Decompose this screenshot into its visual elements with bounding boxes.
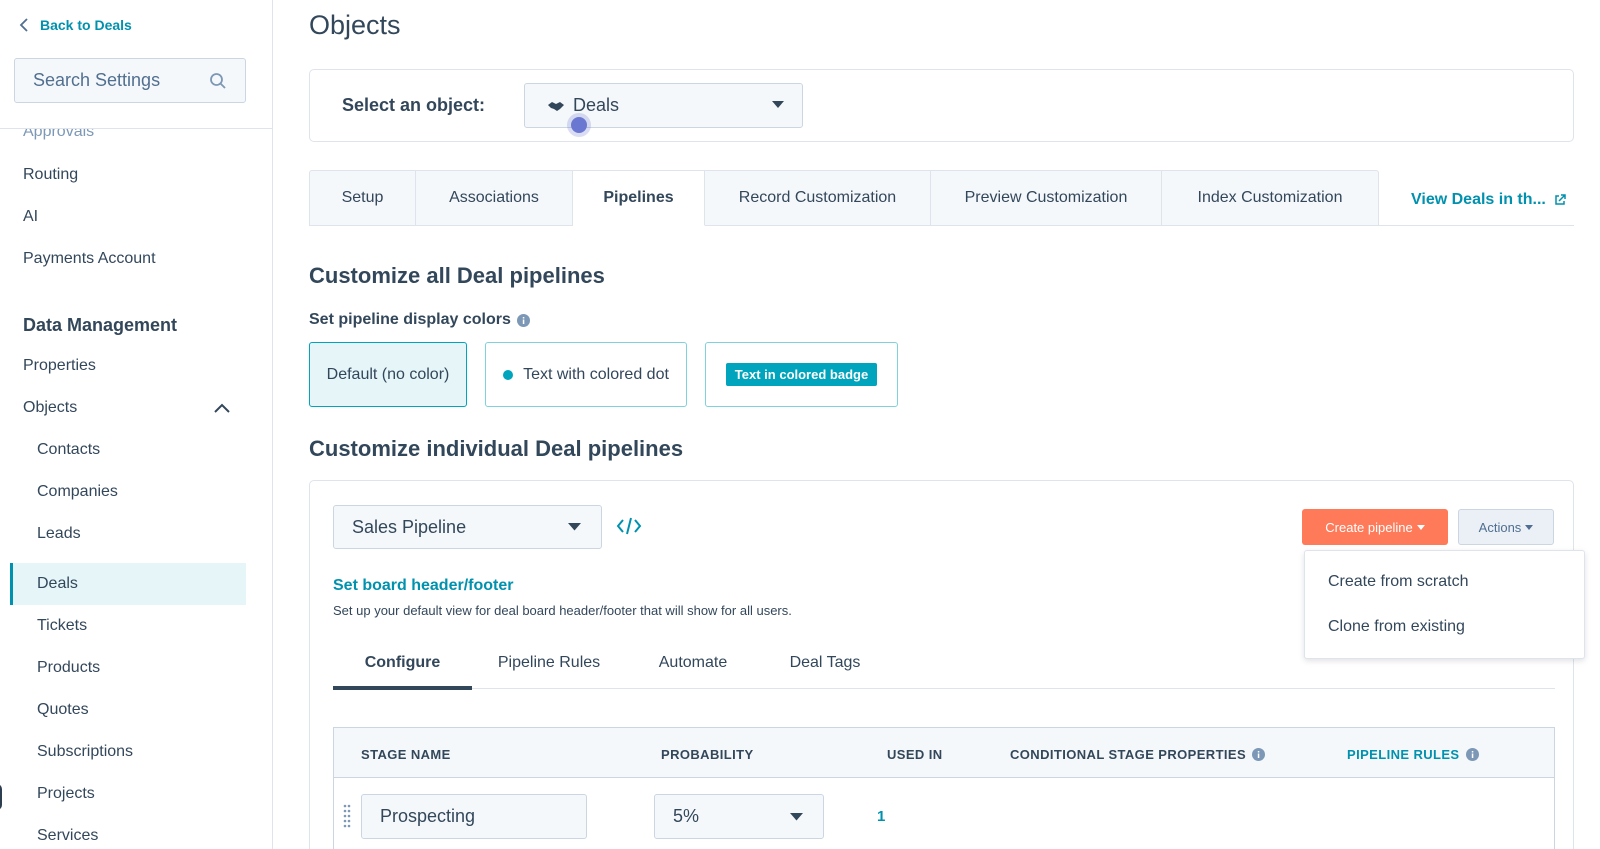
object-selector-card: Select an object: Deals: [309, 69, 1574, 142]
stages-table: STAGE NAME PROBABILITY USED IN CONDITION…: [333, 727, 1555, 849]
actions-label: Actions: [1478, 519, 1522, 535]
col-stage-name: STAGE NAME: [361, 747, 451, 762]
create-pipeline-button[interactable]: Create pipeline: [1302, 509, 1448, 545]
sub-tab-configure[interactable]: Configure: [333, 637, 472, 690]
object-selector-label: Select an object:: [342, 95, 486, 115]
create-pipeline-menu: Create from scratch Clone from existing: [1304, 550, 1585, 659]
create-pipeline-label: Create pipeline: [1325, 519, 1413, 535]
display-colors-text: Set pipeline display colors: [309, 311, 511, 328]
back-link-label: Back to Deals: [40, 17, 132, 33]
sidebar-item-quotes[interactable]: Quotes: [37, 689, 89, 731]
help-widget-handle[interactable]: [0, 784, 2, 810]
sidebar-item-services[interactable]: Services: [37, 815, 98, 849]
col-pipeline-rules[interactable]: PIPELINE RULES: [1347, 747, 1479, 762]
sub-tab-pipeline-rules[interactable]: Pipeline Rules: [483, 637, 615, 689]
info-icon[interactable]: [1465, 748, 1479, 761]
search-settings-field[interactable]: [14, 58, 246, 103]
sidebar-item-deals[interactable]: Deals: [37, 563, 78, 605]
customize-individual-title: Customize individual Deal pipelines: [309, 436, 684, 461]
color-option-dot-label: Text with colored dot: [523, 365, 669, 383]
display-colors-label: Set pipeline display colors: [309, 311, 530, 329]
info-icon[interactable]: [516, 313, 530, 327]
sidebar-item-objects[interactable]: Objects: [23, 387, 77, 429]
search-icon: [210, 72, 226, 89]
sidebar-item-approvals[interactable]: Approvals: [23, 129, 94, 153]
settings-sidebar: Back to Deals Approvals Routing AI Payme…: [0, 0, 273, 849]
pipeline-card: Sales Pipeline Create pipeline Actions S…: [309, 480, 1574, 849]
stages-table-header: STAGE NAME PROBABILITY USED IN CONDITION…: [334, 728, 1554, 778]
sidebar-item-contacts[interactable]: Contacts: [37, 429, 100, 471]
sub-tab-automate[interactable]: Automate: [638, 637, 748, 689]
tab-pipelines[interactable]: Pipelines: [573, 170, 705, 226]
page-title: Objects: [309, 10, 401, 40]
handshake-icon: [548, 101, 564, 111]
col-used-in: USED IN: [887, 747, 943, 762]
caret-down-icon: [1525, 524, 1534, 530]
tab-record-customization[interactable]: Record Customization: [705, 170, 931, 226]
chevron-up-icon[interactable]: [213, 402, 231, 414]
view-deals-link[interactable]: View Deals in th...: [1411, 191, 1566, 209]
cursor-focus-indicator: [571, 117, 587, 133]
used-in-count-link[interactable]: 1: [877, 808, 885, 825]
sidebar-item-properties[interactable]: Properties: [23, 345, 96, 387]
sidebar-item-products[interactable]: Products: [37, 647, 100, 689]
colored-dot-icon: [503, 369, 514, 380]
probability-value: 5%: [673, 806, 700, 826]
sidebar-item-payments-account[interactable]: Payments Account: [23, 238, 156, 280]
code-icon[interactable]: [616, 516, 642, 536]
drag-handle-icon[interactable]: [343, 804, 351, 828]
board-header-footer-description: Set up your default view for deal board …: [333, 603, 792, 618]
view-deals-link-label: View Deals in th...: [1411, 191, 1546, 208]
sidebar-section-data-management: Data Management: [23, 315, 178, 335]
sidebar-item-ai[interactable]: AI: [23, 196, 38, 238]
object-tabs: Setup Associations Pipelines Record Cust…: [309, 170, 1379, 226]
tab-index-customization[interactable]: Index Customization: [1162, 170, 1379, 226]
customize-all-title: Customize all Deal pipelines: [309, 263, 605, 288]
tab-associations[interactable]: Associations: [416, 170, 573, 226]
search-input[interactable]: [33, 70, 209, 91]
tab-preview-customization[interactable]: Preview Customization: [931, 170, 1162, 226]
sidebar-nav: Approvals Routing AI Payments Account Da…: [0, 129, 272, 849]
external-link-icon: [1555, 194, 1566, 205]
color-option-dot[interactable]: Text with colored dot: [485, 342, 687, 407]
menu-item-clone-from-existing[interactable]: Clone from existing: [1328, 618, 1465, 636]
board-header-footer-link[interactable]: Set board header/footer: [333, 577, 513, 595]
sub-tab-deal-tags[interactable]: Deal Tags: [770, 637, 880, 689]
col-probability: PROBABILITY: [661, 747, 754, 762]
info-icon[interactable]: [1252, 748, 1266, 761]
color-option-badge[interactable]: Text in colored badge: [705, 342, 898, 407]
caret-down-icon: [790, 813, 803, 821]
color-option-badge-label: Text in colored badge: [725, 363, 878, 386]
sidebar-item-leads[interactable]: Leads: [37, 513, 81, 555]
pipeline-select-value: Sales Pipeline: [352, 516, 467, 537]
sidebar-item-projects[interactable]: Projects: [37, 773, 95, 815]
actions-button[interactable]: Actions: [1458, 509, 1554, 545]
sidebar-item-tickets[interactable]: Tickets: [37, 605, 87, 647]
menu-item-create-from-scratch[interactable]: Create from scratch: [1328, 573, 1468, 591]
object-select-value: Deals: [573, 95, 620, 115]
caret-down-icon: [772, 101, 784, 108]
color-option-default-label: Default (no color): [326, 365, 450, 383]
chevron-left-icon: [19, 18, 28, 32]
tabs-baseline: [1379, 225, 1574, 226]
col-conditional-stage-properties: CONDITIONAL STAGE PROPERTIES: [1010, 747, 1266, 762]
back-to-deals-link[interactable]: Back to Deals: [18, 17, 132, 33]
tab-setup[interactable]: Setup: [309, 170, 416, 226]
object-select-dropdown[interactable]: Deals: [524, 83, 803, 128]
stage-name-input[interactable]: [361, 794, 587, 839]
sidebar-item-companies[interactable]: Companies: [37, 471, 118, 513]
caret-down-icon: [568, 523, 581, 531]
pipeline-select-dropdown[interactable]: Sales Pipeline: [333, 505, 602, 549]
caret-down-icon: [1416, 524, 1425, 530]
sidebar-item-subscriptions[interactable]: Subscriptions: [37, 731, 133, 773]
color-option-default[interactable]: Default (no color): [309, 342, 467, 407]
sidebar-item-routing[interactable]: Routing: [23, 154, 78, 196]
probability-select[interactable]: 5%: [654, 794, 824, 839]
